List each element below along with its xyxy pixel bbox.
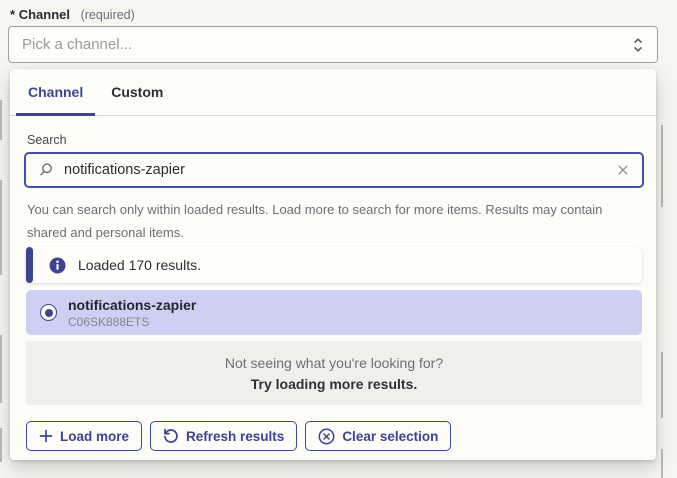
option-subtitle: C06SK888ETS xyxy=(68,315,196,329)
dropdown-tabbar: Channel Custom xyxy=(10,69,656,116)
loaded-results-alert: Loaded 170 results. xyxy=(26,247,642,283)
refresh-results-button[interactable]: Refresh results xyxy=(150,421,297,451)
tab-channel-label: Channel xyxy=(28,84,83,100)
background-element-border xyxy=(0,100,2,140)
channel-dropdown-panel: Channel Custom Search You can search onl… xyxy=(10,69,656,460)
option-text: notifications-zapier C06SK888ETS xyxy=(68,297,196,329)
search-input[interactable] xyxy=(64,162,616,178)
radio-selected-icon[interactable] xyxy=(40,304,57,321)
required-asterisk: * xyxy=(10,7,15,22)
clear-circle-icon xyxy=(318,428,335,445)
hint-line2: Try loading more results. xyxy=(26,374,642,395)
tab-custom[interactable]: Custom xyxy=(99,69,175,115)
required-note: (required) xyxy=(81,8,135,22)
load-more-button[interactable]: Load more xyxy=(26,421,142,451)
clear-selection-button[interactable]: Clear selection xyxy=(305,421,451,451)
clear-selection-label: Clear selection xyxy=(342,429,438,444)
clear-search-icon[interactable] xyxy=(616,163,630,177)
search-label: Search xyxy=(27,133,67,147)
info-icon xyxy=(49,257,66,274)
select-updown-chevron-icon xyxy=(632,36,644,54)
field-label: Channel xyxy=(19,7,70,22)
refresh-icon xyxy=(163,428,179,444)
hint-line1: Not seeing what you're looking for? xyxy=(26,353,642,374)
dropdown-actions: Load more Refresh results Clear selectio… xyxy=(26,421,451,451)
tab-channel[interactable]: Channel xyxy=(16,69,95,115)
search-icon xyxy=(38,162,54,178)
tab-custom-label: Custom xyxy=(111,84,163,100)
plus-icon xyxy=(39,429,53,443)
search-field[interactable] xyxy=(24,152,644,188)
select-placeholder: Pick a channel... xyxy=(22,36,632,53)
channel-option-row[interactable]: notifications-zapier C06SK888ETS xyxy=(26,290,642,335)
background-element-border xyxy=(0,335,2,403)
field-label-row: * Channel (required) xyxy=(10,7,135,22)
background-element-border xyxy=(0,180,2,275)
background-element-border xyxy=(0,428,2,462)
search-helper-text: You can search only within loaded result… xyxy=(27,198,639,244)
background-element-border xyxy=(661,125,663,207)
load-more-hint: Not seeing what you're looking for? Try … xyxy=(26,341,642,405)
option-title: notifications-zapier xyxy=(68,297,196,314)
refresh-results-label: Refresh results xyxy=(186,429,284,444)
alert-message: Loaded 170 results. xyxy=(78,257,201,273)
background-element-border xyxy=(661,449,663,478)
alert-accent-bar xyxy=(26,247,33,283)
background-element-border xyxy=(661,352,663,418)
channel-select[interactable]: Pick a channel... xyxy=(8,26,658,63)
load-more-label: Load more xyxy=(60,429,129,444)
